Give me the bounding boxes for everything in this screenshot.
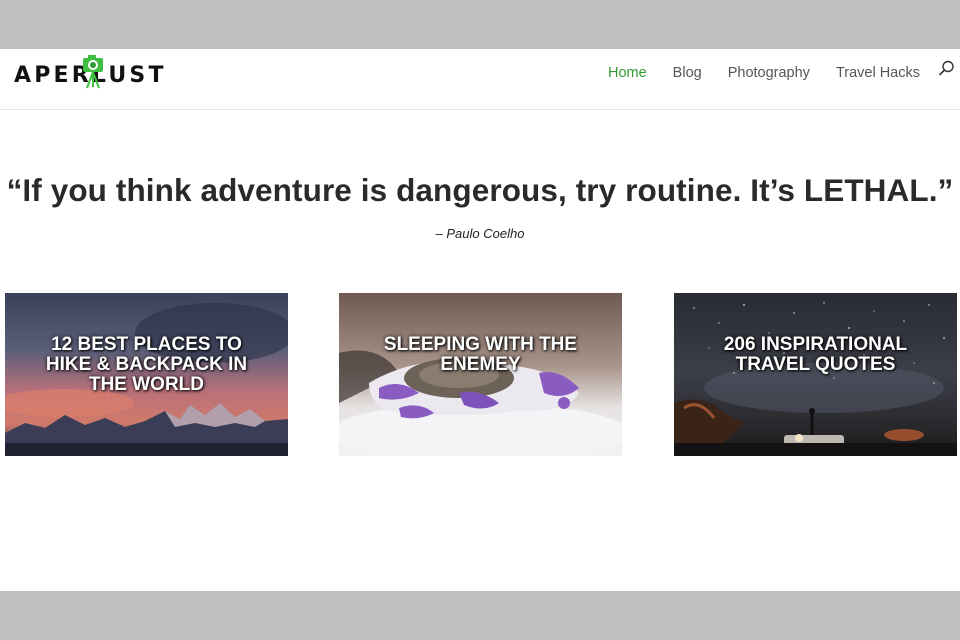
post-card-quotes[interactable]: 206 INSPIRATIONAL TRAVEL QUOTES — [674, 293, 957, 456]
card-title: 12 BEST PLACES TO HIKE & BACKPACK IN THE… — [45, 334, 248, 395]
camera-tripod-icon — [83, 55, 103, 89]
post-card-sleeping[interactable]: SLEEPING WITH THE ENEMEY — [339, 293, 622, 456]
card-title: 206 INSPIRATIONAL TRAVEL QUOTES — [723, 334, 908, 375]
nav-photography[interactable]: Photography — [728, 65, 810, 81]
quote-author: – Paulo Coelho — [435, 226, 525, 241]
main-nav: Home Blog Photography Travel Hacks — [608, 49, 960, 97]
post-card-hiking[interactable]: 12 BEST PLACES TO HIKE & BACKPACK IN THE… — [5, 293, 288, 456]
nav-travel-hacks[interactable]: Travel Hacks — [836, 65, 920, 81]
site-header: APERLUST Home Blog Photography Travel Ha… — [0, 49, 960, 110]
nav-home[interactable]: Home — [608, 65, 647, 81]
search-icon[interactable] — [936, 59, 956, 79]
page: APERLUST Home Blog Photography Travel Ha… — [0, 49, 960, 591]
site-logo[interactable]: APERLUST — [14, 53, 184, 93]
nav-blog[interactable]: Blog — [673, 65, 702, 81]
card-title: SLEEPING WITH THE ENEMEY — [383, 334, 578, 375]
hero-quote: “If you think adventure is dangerous, tr… — [6, 172, 954, 208]
